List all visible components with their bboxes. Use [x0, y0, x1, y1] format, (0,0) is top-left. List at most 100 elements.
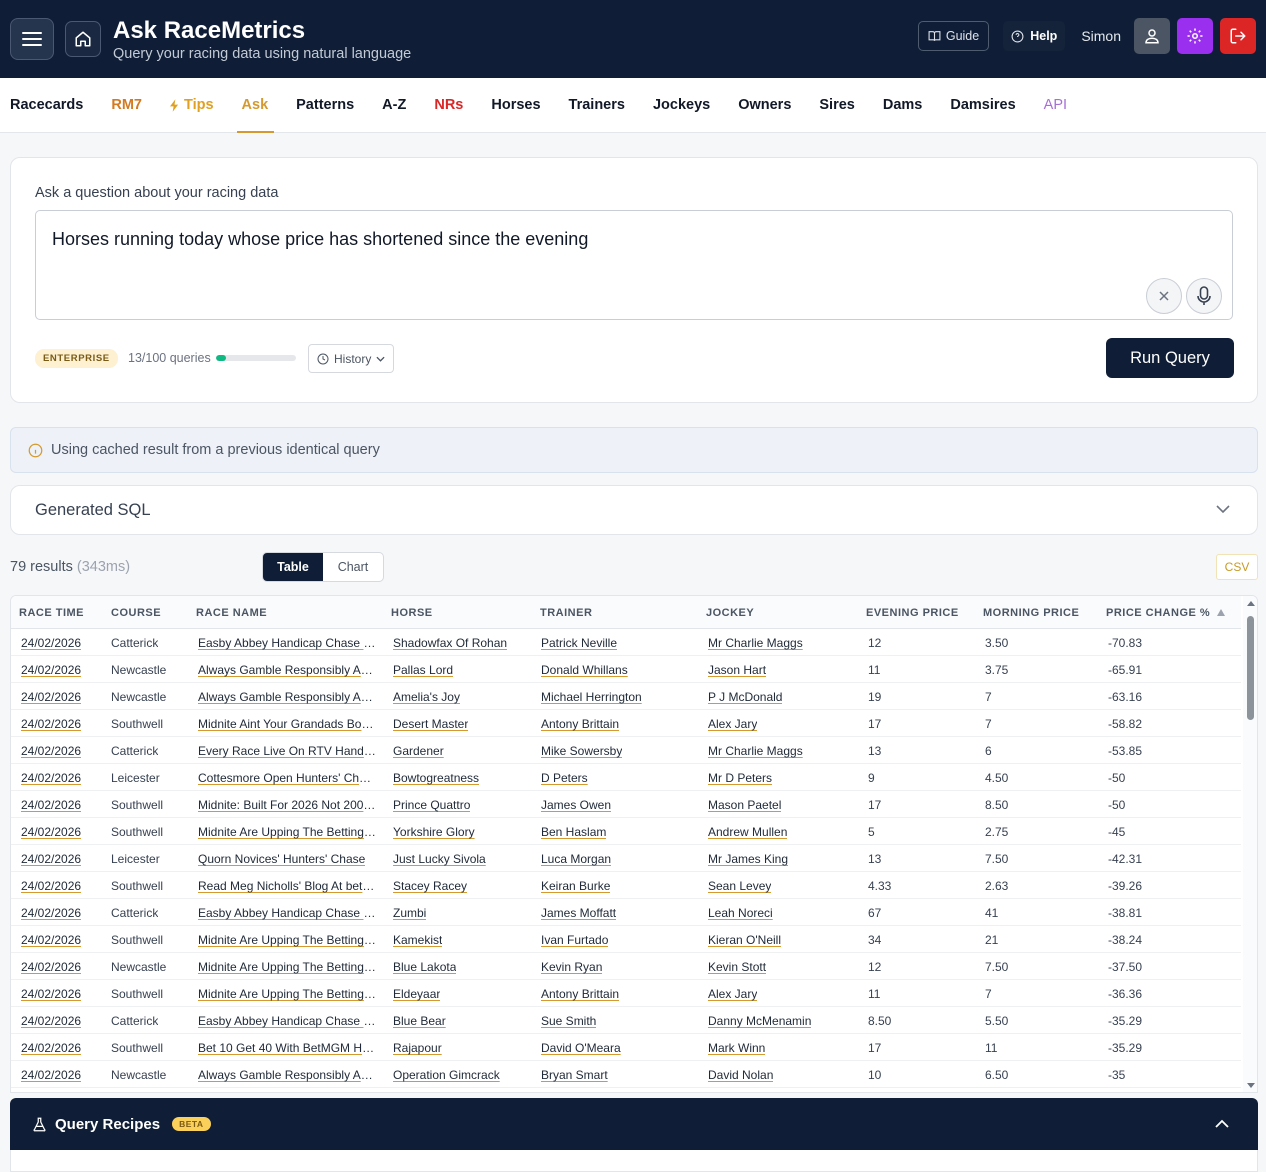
run-query-button[interactable]: Run Query	[1106, 338, 1234, 378]
cell-jockey[interactable]: Mr D Peters	[708, 771, 772, 785]
cell-race-time[interactable]: 24/02/2026	[21, 636, 81, 650]
cell-jockey[interactable]: Sean Levey	[708, 879, 771, 893]
cell-race-time[interactable]: 24/02/2026	[21, 663, 81, 677]
col-race-name[interactable]: RACE NAME	[196, 607, 267, 619]
cell-race-time[interactable]: 24/02/2026	[21, 798, 81, 812]
nav-horses[interactable]: Horses	[491, 78, 540, 132]
col-race-time[interactable]: RACE TIME	[19, 607, 84, 619]
cell-horse[interactable]: Pallas Lord	[393, 663, 453, 677]
cell-jockey[interactable]: Mason Paetel	[708, 798, 781, 812]
cell-trainer[interactable]: Sue Smith	[541, 1014, 596, 1028]
nav-dams[interactable]: Dams	[883, 78, 923, 132]
cell-race-time[interactable]: 24/02/2026	[21, 1041, 81, 1055]
cell-race-name[interactable]: Bet 10 Get 40 With BetMGM Handicap	[198, 1041, 376, 1055]
cell-jockey[interactable]: Mr Charlie Maggs	[708, 744, 803, 758]
cell-horse[interactable]: Kamekist	[393, 933, 442, 947]
cell-horse[interactable]: Yorkshire Glory	[393, 825, 475, 839]
cell-race-name[interactable]: Midnite Are Upping The Betting Game Hand…	[198, 960, 376, 974]
cell-race-time[interactable]: 24/02/2026	[21, 717, 81, 731]
cell-race-time[interactable]: 24/02/2026	[21, 933, 81, 947]
settings-button[interactable]	[1177, 18, 1213, 54]
cell-trainer[interactable]: Donald Whillans	[541, 663, 628, 677]
cell-horse[interactable]: Rajapour	[393, 1041, 442, 1055]
cell-horse[interactable]: Stacey Racey	[393, 879, 467, 893]
cell-trainer[interactable]: Ivan Furtado	[541, 933, 608, 947]
col-trainer[interactable]: TRAINER	[540, 607, 592, 619]
cell-race-name[interactable]: Always Gamble Responsibly At BetMGM	[198, 1068, 376, 1082]
cell-horse[interactable]: Bowtogreatness	[393, 771, 479, 785]
col-jockey[interactable]: JOCKEY	[706, 607, 754, 619]
cell-race-time[interactable]: 24/02/2026	[21, 1068, 81, 1082]
cell-horse[interactable]: Gardener	[393, 744, 444, 758]
nav-a-z[interactable]: A-Z	[382, 78, 406, 132]
nav-nrs[interactable]: NRs	[434, 78, 463, 132]
cell-race-name[interactable]: Every Race Live On RTV Handicap Hurdle	[198, 744, 376, 758]
cell-race-name[interactable]: Easby Abbey Handicap Chase (GBB Race)	[198, 1014, 376, 1028]
col-horse[interactable]: HORSE	[391, 607, 433, 619]
history-dropdown[interactable]: History	[308, 344, 395, 373]
cell-race-name[interactable]: Midnite Aint Your Grandads Bookie Handic…	[198, 717, 376, 731]
col-course[interactable]: COURSE	[111, 607, 161, 619]
query-recipes-panel[interactable]: Query Recipes BETA	[10, 1098, 1258, 1150]
nav-rm7[interactable]: RM7	[111, 78, 142, 132]
cell-race-name[interactable]: Always Gamble Responsibly At BetMGM	[198, 663, 376, 677]
cell-trainer[interactable]: Luca Morgan	[541, 852, 611, 866]
cell-horse[interactable]: Shadowfax Of Rohan	[393, 636, 507, 650]
generated-sql-panel[interactable]: Generated SQL	[10, 485, 1258, 535]
nav-patterns[interactable]: Patterns	[296, 78, 354, 132]
col-evening-price[interactable]: EVENING PRICE	[866, 607, 959, 619]
cell-jockey[interactable]: Leah Noreci	[708, 906, 773, 920]
nav-damsires[interactable]: Damsires	[950, 78, 1015, 132]
cell-trainer[interactable]: Kevin Ryan	[541, 960, 602, 974]
scrollbar-thumb[interactable]	[1247, 616, 1254, 720]
cell-jockey[interactable]: Jason Hart	[708, 663, 766, 677]
cell-race-time[interactable]: 24/02/2026	[21, 771, 81, 785]
cell-jockey[interactable]: P J McDonald	[708, 690, 782, 704]
cell-trainer[interactable]: David O'Meara	[541, 1041, 621, 1055]
cell-trainer[interactable]: Patrick Neville	[541, 636, 617, 650]
cell-horse[interactable]: Zumbi	[393, 906, 426, 920]
cell-jockey[interactable]: Kieran O'Neill	[708, 933, 781, 947]
cell-jockey[interactable]: David Nolan	[708, 1068, 773, 1082]
chart-view-button[interactable]: Chart	[323, 553, 383, 581]
cell-trainer[interactable]: Ben Haslam	[541, 825, 606, 839]
guide-button[interactable]: Guide	[917, 21, 990, 51]
cell-horse[interactable]: Just Lucky Sivola	[393, 852, 486, 866]
home-button[interactable]	[65, 21, 101, 57]
logout-button[interactable]	[1220, 18, 1256, 54]
cell-trainer[interactable]: Mike Sowersby	[541, 744, 622, 758]
cell-jockey[interactable]: Mr James King	[708, 852, 788, 866]
cell-race-time[interactable]: 24/02/2026	[21, 1014, 81, 1028]
nav-jockeys[interactable]: Jockeys	[653, 78, 710, 132]
nav-ask[interactable]: Ask	[236, 78, 274, 133]
cell-race-name[interactable]: Always Gamble Responsibly At BetMGM	[198, 690, 376, 704]
cell-race-time[interactable]: 24/02/2026	[21, 960, 81, 974]
cell-race-name[interactable]: Cottesmore Open Hunters' Chase	[198, 771, 376, 785]
cell-jockey[interactable]: Andrew Mullen	[708, 825, 787, 839]
cell-race-name[interactable]: Midnite Are Upping The Betting Game Hand…	[198, 825, 376, 839]
menu-button[interactable]	[10, 18, 54, 60]
nav-trainers[interactable]: Trainers	[569, 78, 625, 132]
cell-race-name[interactable]: Read Meg Nicholls' Blog At betmgm.co.uk	[198, 879, 376, 893]
cell-race-name[interactable]: Quorn Novices' Hunters' Chase	[198, 852, 365, 866]
cell-trainer[interactable]: James Owen	[541, 798, 611, 812]
cell-jockey[interactable]: Alex Jary	[708, 717, 757, 731]
cell-race-time[interactable]: 24/02/2026	[21, 825, 81, 839]
cell-horse[interactable]: Operation Gimcrack	[393, 1068, 500, 1082]
nav-owners[interactable]: Owners	[738, 78, 791, 132]
cell-race-name[interactable]: Midnite Are Upping The Betting Game Hand…	[198, 933, 376, 947]
cell-trainer[interactable]: Michael Herrington	[541, 690, 642, 704]
cell-race-time[interactable]: 24/02/2026	[21, 744, 81, 758]
nav-tips[interactable]: Tips	[169, 78, 214, 132]
cell-race-time[interactable]: 24/02/2026	[21, 987, 81, 1001]
cell-trainer[interactable]: James Moffatt	[541, 906, 616, 920]
profile-button[interactable]	[1134, 18, 1170, 54]
cell-trainer[interactable]: Antony Brittain	[541, 717, 619, 731]
cell-horse[interactable]: Prince Quattro	[393, 798, 470, 812]
cell-trainer[interactable]: Antony Brittain	[541, 987, 619, 1001]
cell-trainer[interactable]: Keiran Burke	[541, 879, 610, 893]
cell-jockey[interactable]: Danny McMenamin	[708, 1014, 811, 1028]
voice-button[interactable]	[1186, 278, 1222, 314]
cell-jockey[interactable]: Mark Winn	[708, 1041, 765, 1055]
cell-horse[interactable]: Amelia's Joy	[393, 690, 460, 704]
